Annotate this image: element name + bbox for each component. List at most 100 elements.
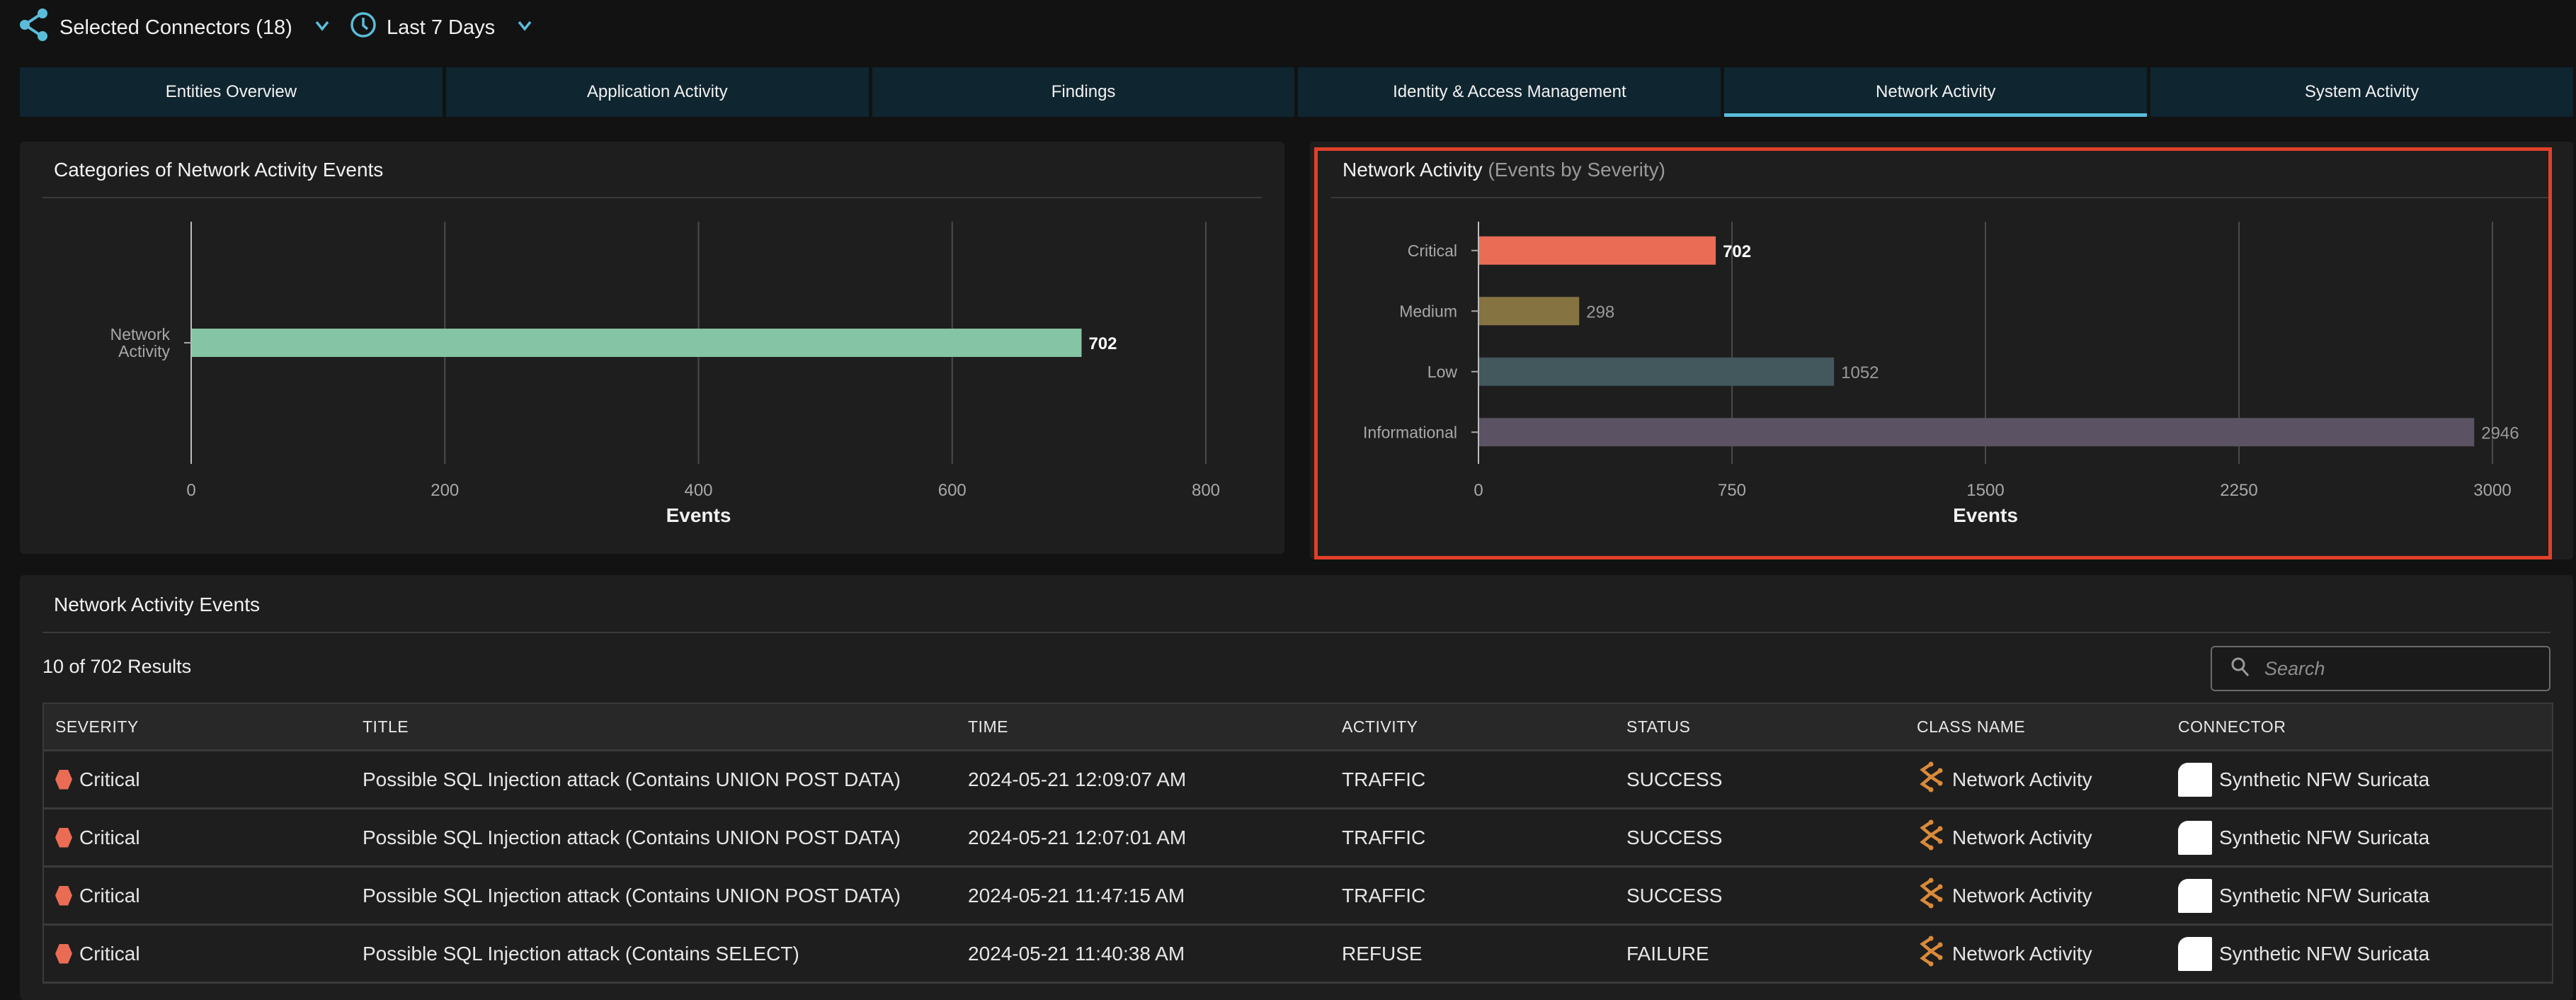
event-time: 2024-05-21 11:47:15 AM (968, 884, 1185, 907)
connectors-selector[interactable]: Selected Connectors (18) (18, 8, 331, 47)
severity-text: Critical (79, 826, 140, 848)
column-header-class-name[interactable]: CLASS NAME (1917, 704, 2025, 749)
column-header-severity[interactable]: SEVERITY (55, 704, 139, 749)
severity-text: Critical (79, 942, 140, 965)
event-title: Possible SQL Injection attack (Contains … (363, 826, 901, 848)
tab-identity-access-management[interactable]: Identity & Access Management (1298, 67, 1721, 117)
critical-severity-icon (55, 943, 72, 964)
bar-network-activity (192, 329, 1082, 357)
event-title: Possible SQL Injection attack (Contains … (363, 942, 799, 965)
data-label: 2946 (2481, 424, 2519, 443)
table-body: Critical Possible SQL Injection attack (… (44, 751, 2552, 984)
bar-low (1479, 357, 1835, 386)
time-cell: 2024-05-21 11:40:38 AM (968, 926, 1185, 982)
x-axis-label: Events (1953, 504, 2018, 526)
category-label: Informational (1363, 423, 1457, 441)
class-name-text: Network Activity (1952, 884, 2092, 907)
table-row[interactable]: Critical Possible SQL Injection attack (… (44, 751, 2552, 809)
class-name-cell: Network Activity (1917, 926, 2092, 982)
title-cell: Possible SQL Injection attack (Contains … (363, 809, 901, 865)
tab-entities-overview[interactable]: Entities Overview (20, 67, 443, 117)
search-box[interactable] (2211, 646, 2551, 691)
severity-cell: Critical (55, 751, 140, 807)
x-tick-label: 2250 (2220, 481, 2257, 500)
class-name-cell: Network Activity (1917, 809, 2092, 865)
activity-cell: TRAFFIC (1342, 809, 1425, 865)
tab-label: System Activity (2304, 82, 2420, 101)
connector-cell: Synthetic NFW Suricata (2178, 926, 2429, 982)
results-count: 10 of 702 Results (42, 656, 192, 677)
connector-name: Synthetic NFW Suricata (2219, 826, 2430, 848)
connectors-icon (18, 8, 50, 47)
network-activity-icon (1917, 877, 1945, 914)
tab-findings[interactable]: Findings (872, 67, 1295, 117)
severity-bar-chart: 0 750 1500 2250 3000 Events Critical 702 Medium 2… (1363, 222, 2519, 526)
event-activity: TRAFFIC (1342, 884, 1426, 907)
table-row[interactable]: Critical Possible SQL Injection attack (… (44, 926, 2552, 984)
tab-application-activity[interactable]: Application Activity (445, 67, 869, 117)
tab-network-activity[interactable]: Network Activity (1724, 67, 2148, 117)
connector-cell: Synthetic NFW Suricata (2178, 751, 2429, 807)
class-name-text: Network Activity (1952, 942, 2092, 965)
severity-chart-card: Network Activity (Events by Severity) 07… (1310, 142, 2573, 559)
network-activity-icon (1917, 936, 1945, 972)
search-input[interactable] (2263, 657, 2549, 681)
class-name-cell: Network Activity (1917, 751, 2092, 807)
connectors-label: Selected Connectors (18) (59, 16, 292, 39)
tab-label: Network Activity (1876, 82, 1996, 101)
connector-name: Synthetic NFW Suricata (2219, 768, 2430, 790)
connector-logo-icon (2178, 936, 2212, 971)
column-header-activity[interactable]: ACTIVITY (1342, 704, 1418, 749)
tab-system-activity[interactable]: System Activity (2150, 67, 2573, 117)
column-header-connector[interactable]: CONNECTOR (2178, 704, 2286, 749)
chevron-down-icon (516, 16, 533, 40)
activity-cell: TRAFFIC (1342, 751, 1425, 807)
data-label: 702 (1723, 242, 1751, 261)
event-time: 2024-05-21 12:09:07 AM (968, 768, 1187, 790)
table-row[interactable]: Critical Possible SQL Injection attack (… (44, 809, 2552, 868)
event-activity: TRAFFIC (1342, 826, 1426, 848)
connector-logo-icon (2178, 878, 2212, 913)
data-label: 298 (1586, 302, 1614, 322)
connector-logo-icon (2178, 762, 2212, 797)
time-cell: 2024-05-21 11:47:15 AM (968, 868, 1185, 924)
status-cell: SUCCESS (1626, 751, 1722, 807)
connector-cell: Synthetic NFW Suricata (2178, 868, 2429, 924)
dashboard-tabs: Entities Overview Application Activity F… (20, 67, 2573, 117)
critical-severity-icon (55, 827, 72, 848)
table-row[interactable]: Critical Possible SQL Injection attack (… (44, 868, 2552, 926)
bar-medium (1479, 297, 1580, 326)
title-cell: Possible SQL Injection attack (Contains … (363, 926, 799, 982)
chevron-down-icon (314, 16, 331, 40)
x-tick-label: 750 (1718, 481, 1746, 500)
category-label: Network (110, 325, 171, 343)
tab-label: Findings (1051, 82, 1116, 101)
title-cell: Possible SQL Injection attack (Contains … (363, 751, 901, 807)
events-table: SEVERITY TITLE TIME ACTIVITY STATUS CLAS… (42, 703, 2553, 984)
search-icon (2230, 657, 2250, 681)
activity-cell: REFUSE (1342, 926, 1423, 982)
event-status: SUCCESS (1626, 826, 1723, 848)
event-title: Possible SQL Injection attack (Contains … (363, 768, 901, 790)
tab-label: Entities Overview (165, 82, 297, 101)
connector-logo-icon (2178, 820, 2212, 855)
connector-cell: Synthetic NFW Suricata (2178, 809, 2429, 865)
table-header: SEVERITY TITLE TIME ACTIVITY STATUS CLAS… (44, 704, 2552, 751)
status-cell: SUCCESS (1626, 868, 1722, 924)
divider (42, 632, 2551, 633)
column-header-title[interactable]: TITLE (363, 704, 409, 749)
severity-cell: Critical (55, 809, 140, 865)
category-label: Activity (118, 342, 170, 360)
event-status: FAILURE (1626, 942, 1709, 965)
status-cell: FAILURE (1626, 926, 1709, 982)
event-activity: REFUSE (1342, 942, 1423, 965)
time-cell: 2024-05-21 12:09:07 AM (968, 751, 1186, 807)
tab-label: Application Activity (586, 82, 728, 101)
column-header-time[interactable]: TIME (968, 704, 1008, 749)
time-range-selector[interactable]: Last 7 Days (350, 10, 533, 45)
event-activity: TRAFFIC (1342, 768, 1426, 790)
connector-name: Synthetic NFW Suricata (2219, 884, 2430, 907)
x-tick-label: 400 (684, 481, 712, 500)
column-header-status[interactable]: STATUS (1626, 704, 1690, 749)
x-tick-label: 800 (1192, 481, 1220, 500)
